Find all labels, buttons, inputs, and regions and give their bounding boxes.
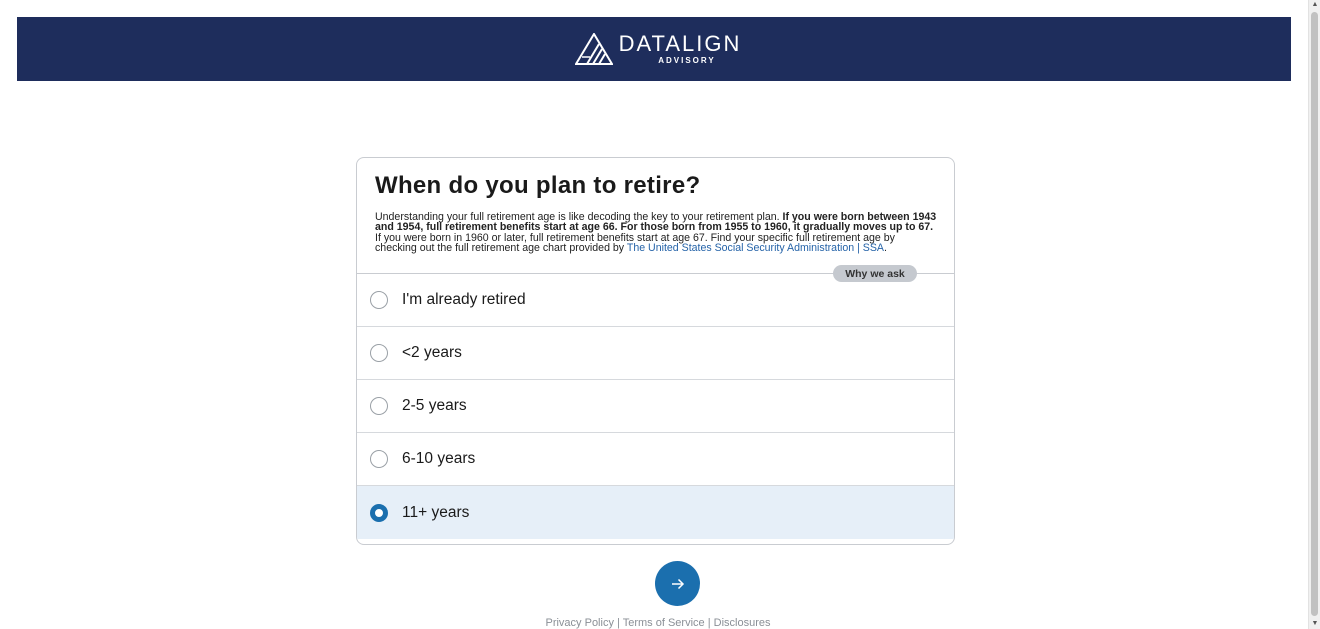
- disclosures-link[interactable]: Disclosures: [714, 617, 771, 629]
- option-label: 11+ years: [402, 503, 470, 521]
- scroll-up-icon[interactable]: ▲: [1311, 1, 1319, 9]
- privacy-policy-link[interactable]: Privacy Policy: [545, 617, 613, 629]
- option-label: I'm already retired: [402, 291, 526, 308]
- scrollbar-thumb[interactable]: [1311, 12, 1318, 616]
- option-11-plus-years[interactable]: 11+ years: [357, 486, 954, 539]
- question-title: When do you plan to retire?: [375, 172, 701, 199]
- brand-subtitle: ADVISORY: [658, 56, 716, 65]
- header-bar: DATALIGN ADVISORY: [17, 17, 1291, 81]
- page: DATALIGN ADVISORY When do you plan to re…: [0, 0, 1308, 629]
- option-2-5-years[interactable]: 2-5 years: [357, 380, 954, 433]
- datalign-logo[interactable]: DATALIGN ADVISORY: [574, 33, 742, 65]
- vertical-scrollbar[interactable]: ▲ ▼: [1308, 0, 1320, 629]
- question-header: When do you plan to retire? Understandin…: [357, 158, 954, 274]
- footer-separator: |: [707, 617, 711, 629]
- ssa-link[interactable]: The United States Social Security Admini…: [627, 242, 884, 254]
- scroll-down-icon[interactable]: ▼: [1311, 620, 1319, 628]
- question-card: When do you plan to retire? Understandin…: [356, 157, 955, 545]
- radio-button[interactable]: [370, 397, 388, 415]
- arrow-right-icon: [671, 578, 684, 589]
- radio-button[interactable]: [370, 291, 388, 309]
- description-end: .: [883, 242, 887, 255]
- option-label: <2 years: [402, 344, 462, 361]
- terms-of-service-link[interactable]: Terms of Service: [623, 617, 705, 629]
- option-label: 2-5 years: [402, 397, 467, 414]
- question-description: Understanding your full retirement age i…: [375, 212, 939, 254]
- option-6-10-years[interactable]: 6-10 years: [357, 433, 954, 486]
- next-button[interactable]: [655, 561, 700, 606]
- footer-links: Privacy Policy | Terms of Service | Disc…: [0, 617, 1316, 629]
- options-list: I'm already retired <2 years 2-5 years 6…: [357, 274, 954, 539]
- radio-dot: [375, 508, 383, 517]
- why-we-ask-button[interactable]: Why we ask: [833, 265, 917, 282]
- option-less-than-2-years[interactable]: <2 years: [357, 327, 954, 380]
- option-label: 6-10 years: [402, 450, 476, 467]
- radio-button[interactable]: [370, 450, 388, 468]
- logo-wordmark: DATALIGN ADVISORY: [619, 33, 742, 65]
- brand-name: DATALIGN: [618, 31, 742, 56]
- datalign-logo-icon: [574, 33, 613, 65]
- radio-button[interactable]: [370, 344, 388, 362]
- radio-button[interactable]: [370, 503, 388, 522]
- footer-separator: |: [617, 617, 620, 629]
